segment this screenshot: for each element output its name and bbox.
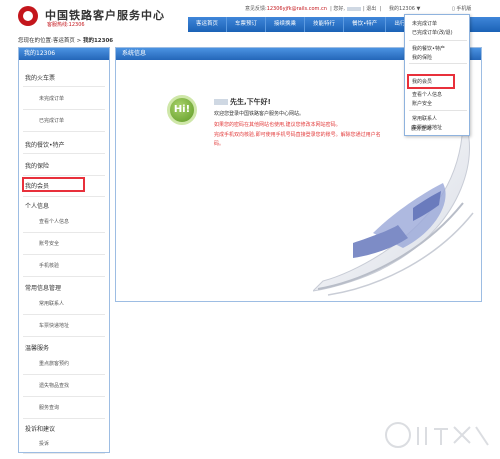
top-info-bar: 意见反馈:12306yjfk@rails.com.cn | 您好, | 退出 | … xyxy=(245,6,421,12)
feedback-email-link[interactable]: 12306yjfk@rails.com.cn xyxy=(267,6,327,12)
greeting-heading: 先生,下午好! xyxy=(214,97,271,107)
highlight-box xyxy=(22,177,85,192)
nav-item-transfer[interactable]: 接续换乘 xyxy=(266,17,306,32)
sidebar-divider xyxy=(23,276,105,277)
sidebar-divider xyxy=(23,153,105,154)
nav-item-food[interactable]: 餐饮•特产 xyxy=(344,17,387,32)
sidebar-divider xyxy=(23,418,105,419)
dropdown-item-finished-orders[interactable]: 已完成订单(改/退) xyxy=(412,29,453,36)
nav-item-tickets[interactable]: 车票预订 xyxy=(227,17,267,32)
sidebar-item-personal-info[interactable]: 个人信息 xyxy=(19,201,109,210)
hi-greeting-icon: Hi! xyxy=(167,95,197,125)
sidebar-divider xyxy=(23,109,105,110)
phone-version-label: 手机版 xyxy=(456,6,472,12)
train-illustration xyxy=(313,117,474,296)
dropdown-divider xyxy=(409,63,467,64)
dropdown-divider xyxy=(409,110,467,111)
sidebar-divider xyxy=(23,336,105,337)
sidebar-item-info-manage[interactable]: 常用信息管理 xyxy=(19,283,109,292)
sidebar-item-priority-booking[interactable]: 重点旅客预约 xyxy=(19,360,109,367)
my12306-menu-link[interactable]: 我的12306 xyxy=(389,6,415,12)
sidebar-divider xyxy=(23,374,105,375)
hotline-text: 客服热线:12306 xyxy=(47,22,85,28)
breadcrumb: 您现在的位置:客运首页 > 我的12306 xyxy=(18,36,113,44)
sidebar-title: 我的12306 xyxy=(19,48,109,60)
dropdown-item-food[interactable]: 我的餐饮•特产 xyxy=(412,45,445,52)
sidebar-item-complaint[interactable]: 投诉 xyxy=(19,440,109,447)
user-name-redacted xyxy=(214,99,228,105)
dropdown-divider xyxy=(409,40,467,41)
phone-verify-notice-cont: 码。 xyxy=(214,141,225,147)
phone-version-link[interactable]: ▯ 手机版 xyxy=(452,5,471,12)
dropdown-item-account-security[interactable]: 账户安全 xyxy=(412,100,432,107)
dropdown-item-unfinished-orders[interactable]: 未完成订单 xyxy=(412,20,437,27)
sidebar-item-contacts[interactable]: 常用联系人 xyxy=(19,300,109,307)
sidebar-item-lost-items[interactable]: 遗失物品查找 xyxy=(19,382,109,389)
sidebar-divider xyxy=(23,131,105,132)
sidebar-divider xyxy=(23,396,105,397)
user-name-redacted xyxy=(346,6,361,11)
welcome-message: 欢迎您登录中国铁路客户服务中心网站。 xyxy=(214,111,305,117)
sidebar-item-warm-service[interactable]: 温馨服务 xyxy=(19,343,109,352)
sidebar-item-view-profile[interactable]: 查看个人信息 xyxy=(19,218,109,225)
baidu-jingyan-watermark xyxy=(385,422,489,448)
sidebar-divider xyxy=(23,314,105,315)
sidebar-divider xyxy=(23,196,105,197)
logout-link[interactable]: 退出 xyxy=(366,6,376,12)
highlight-box xyxy=(407,74,455,89)
sidebar-item-delivery-address[interactable]: 车票快递地址 xyxy=(19,322,109,329)
dropdown-item-insurance[interactable]: 我的保险 xyxy=(412,54,432,61)
dropdown-item-personal-info[interactable]: 查看个人信息 xyxy=(412,91,442,98)
sidebar-item-service-query[interactable]: 服务查询 xyxy=(19,404,109,411)
sidebar-divider xyxy=(23,453,105,454)
breadcrumb-separator: > xyxy=(74,38,83,44)
sidebar-item-complaints[interactable]: 投诉和建议 xyxy=(19,424,109,433)
sidebar-item-food[interactable]: 我的餐饮•特产 xyxy=(19,140,109,149)
railway-logo-icon[interactable] xyxy=(18,6,38,26)
sidebar-divider xyxy=(23,86,105,87)
sidebar-item-finished-orders[interactable]: 已完成订单 xyxy=(19,117,109,124)
nav-item-special[interactable]: 技能特行 xyxy=(305,17,345,32)
chevron-down-icon[interactable]: ▼ xyxy=(417,6,421,12)
sidebar-item-account-security[interactable]: 账号安全 xyxy=(19,240,109,247)
my12306-dropdown-menu: 未完成订单 已完成订单(改/退) 我的餐饮•特产 我的保险 我的会员 查看个人信… xyxy=(404,14,470,136)
sidebar-item-my-tickets[interactable]: 我的火车票 xyxy=(19,73,109,82)
feedback-label: 意见反馈: xyxy=(245,6,267,12)
dropdown-item-contacts[interactable]: 常用联系人 xyxy=(412,115,437,122)
sidebar-divider xyxy=(23,254,105,255)
sidebar-divider xyxy=(23,232,105,233)
breadcrumb-current: 我的12306 xyxy=(82,38,114,44)
phone-icon: ▯ xyxy=(452,6,455,12)
breadcrumb-home-link[interactable]: 客运首页 xyxy=(53,38,75,44)
breadcrumb-prefix: 您现在的位置: xyxy=(18,38,53,44)
sidebar: 我的12306 我的火车票 未完成订单 已完成订单 我的餐饮•特产 我的保险 我… xyxy=(18,47,110,454)
dropdown-item-service-query[interactable]: 服务查询 xyxy=(411,125,431,132)
sidebar-item-phone-verify[interactable]: 手机核验 xyxy=(19,262,109,269)
nav-item-home[interactable]: 客运首页 xyxy=(188,17,228,32)
sidebar-item-unfinished-orders[interactable]: 未完成订单 xyxy=(19,95,109,102)
greeting-prefix: 您好, xyxy=(333,6,345,12)
sidebar-divider xyxy=(23,175,105,176)
sidebar-item-insurance[interactable]: 我的保险 xyxy=(19,161,109,170)
greeting-text: 先生,下午好! xyxy=(230,98,271,106)
